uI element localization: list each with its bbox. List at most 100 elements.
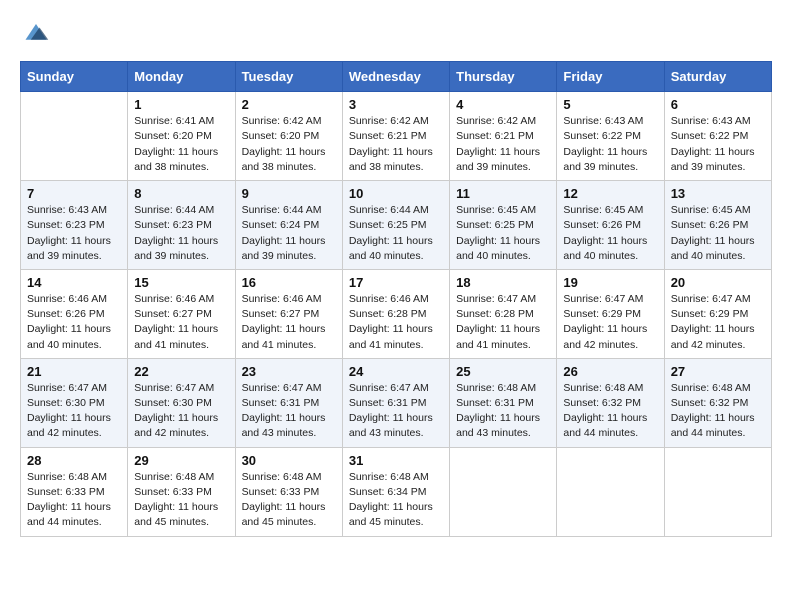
calendar-cell: 4 Sunrise: 6:42 AMSunset: 6:21 PMDaylight… bbox=[450, 92, 557, 181]
calendar-cell: 10 Sunrise: 6:44 AMSunset: 6:25 PMDayligh… bbox=[342, 181, 449, 270]
day-of-week-wednesday: Wednesday bbox=[342, 62, 449, 92]
day-info: Sunrise: 6:43 AMSunset: 6:23 PMDaylight:… bbox=[27, 203, 121, 264]
calendar-cell: 14 Sunrise: 6:46 AMSunset: 6:26 PMDayligh… bbox=[21, 269, 128, 358]
day-number: 1 bbox=[134, 97, 228, 112]
day-info: Sunrise: 6:43 AMSunset: 6:22 PMDaylight:… bbox=[563, 114, 657, 175]
day-number: 7 bbox=[27, 186, 121, 201]
day-info: Sunrise: 6:48 AMSunset: 6:33 PMDaylight:… bbox=[134, 470, 228, 531]
calendar-cell: 28 Sunrise: 6:48 AMSunset: 6:33 PMDayligh… bbox=[21, 447, 128, 536]
day-info: Sunrise: 6:44 AMSunset: 6:23 PMDaylight:… bbox=[134, 203, 228, 264]
day-info: Sunrise: 6:42 AMSunset: 6:20 PMDaylight:… bbox=[242, 114, 336, 175]
day-number: 11 bbox=[456, 186, 550, 201]
day-info: Sunrise: 6:44 AMSunset: 6:24 PMDaylight:… bbox=[242, 203, 336, 264]
logo-text bbox=[20, 20, 50, 45]
day-number: 17 bbox=[349, 275, 443, 290]
calendar-cell: 7 Sunrise: 6:43 AMSunset: 6:23 PMDaylight… bbox=[21, 181, 128, 270]
day-info: Sunrise: 6:48 AMSunset: 6:32 PMDaylight:… bbox=[671, 381, 765, 442]
day-number: 24 bbox=[349, 364, 443, 379]
day-info: Sunrise: 6:47 AMSunset: 6:29 PMDaylight:… bbox=[671, 292, 765, 353]
calendar-cell: 2Sunrise: 6:42 AMSunset: 6:20 PMDaylight… bbox=[235, 92, 342, 181]
day-info: Sunrise: 6:41 AMSunset: 6:20 PMDaylight:… bbox=[134, 114, 228, 175]
day-info: Sunrise: 6:42 AMSunset: 6:21 PMDaylight:… bbox=[349, 114, 443, 175]
day-info: Sunrise: 6:47 AMSunset: 6:31 PMDaylight:… bbox=[242, 381, 336, 442]
calendar-cell bbox=[664, 447, 771, 536]
calendar-cell: 29 Sunrise: 6:48 AMSunset: 6:33 PMDayligh… bbox=[128, 447, 235, 536]
day-info: Sunrise: 6:45 AMSunset: 6:26 PMDaylight:… bbox=[563, 203, 657, 264]
day-info: Sunrise: 6:45 AMSunset: 6:25 PMDaylight:… bbox=[456, 203, 550, 264]
day-of-week-tuesday: Tuesday bbox=[235, 62, 342, 92]
day-info: Sunrise: 6:46 AMSunset: 6:26 PMDaylight:… bbox=[27, 292, 121, 353]
day-number: 20 bbox=[671, 275, 765, 290]
calendar-cell: 16Sunrise: 6:46 AMSunset: 6:27 PMDayligh… bbox=[235, 269, 342, 358]
day-info: Sunrise: 6:46 AMSunset: 6:28 PMDaylight:… bbox=[349, 292, 443, 353]
day-number: 9 bbox=[242, 186, 336, 201]
calendar-cell: 26 Sunrise: 6:48 AMSunset: 6:32 PMDayligh… bbox=[557, 358, 664, 447]
calendar-cell: 18 Sunrise: 6:47 AMSunset: 6:28 PMDayligh… bbox=[450, 269, 557, 358]
calendar-week-2: 7 Sunrise: 6:43 AMSunset: 6:23 PMDaylight… bbox=[21, 181, 772, 270]
day-info: Sunrise: 6:48 AMSunset: 6:34 PMDaylight:… bbox=[349, 470, 443, 531]
calendar-cell: 24 Sunrise: 6:47 AMSunset: 6:31 PMDayligh… bbox=[342, 358, 449, 447]
day-number: 8 bbox=[134, 186, 228, 201]
day-info: Sunrise: 6:48 AMSunset: 6:32 PMDaylight:… bbox=[563, 381, 657, 442]
day-of-week-friday: Friday bbox=[557, 62, 664, 92]
day-number: 27 bbox=[671, 364, 765, 379]
day-number: 13 bbox=[671, 186, 765, 201]
day-info: Sunrise: 6:45 AMSunset: 6:26 PMDaylight:… bbox=[671, 203, 765, 264]
calendar-cell: 25Sunrise: 6:48 AMSunset: 6:31 PMDayligh… bbox=[450, 358, 557, 447]
calendar-week-3: 14 Sunrise: 6:46 AMSunset: 6:26 PMDayligh… bbox=[21, 269, 772, 358]
day-number: 6 bbox=[671, 97, 765, 112]
day-number: 12 bbox=[563, 186, 657, 201]
calendar-cell: 8 Sunrise: 6:44 AMSunset: 6:23 PMDaylight… bbox=[128, 181, 235, 270]
day-number: 5 bbox=[563, 97, 657, 112]
calendar-cell: 15Sunrise: 6:46 AMSunset: 6:27 PMDayligh… bbox=[128, 269, 235, 358]
calendar-cell: 31Sunrise: 6:48 AMSunset: 6:34 PMDayligh… bbox=[342, 447, 449, 536]
calendar-cell: 21Sunrise: 6:47 AMSunset: 6:30 PMDayligh… bbox=[21, 358, 128, 447]
calendar-header: SundayMondayTuesdayWednesdayThursdayFrid… bbox=[21, 62, 772, 92]
calendar-cell bbox=[557, 447, 664, 536]
calendar-cell: 1 Sunrise: 6:41 AMSunset: 6:20 PMDaylight… bbox=[128, 92, 235, 181]
logo bbox=[20, 20, 50, 45]
day-number: 18 bbox=[456, 275, 550, 290]
day-number: 10 bbox=[349, 186, 443, 201]
day-number: 14 bbox=[27, 275, 121, 290]
day-number: 21 bbox=[27, 364, 121, 379]
calendar-cell bbox=[21, 92, 128, 181]
day-number: 23 bbox=[242, 364, 336, 379]
logo-icon bbox=[22, 17, 50, 45]
day-number: 28 bbox=[27, 453, 121, 468]
day-number: 26 bbox=[563, 364, 657, 379]
calendar-cell: 20 Sunrise: 6:47 AMSunset: 6:29 PMDayligh… bbox=[664, 269, 771, 358]
day-number: 15 bbox=[134, 275, 228, 290]
day-of-week-monday: Monday bbox=[128, 62, 235, 92]
calendar-cell: 19Sunrise: 6:47 AMSunset: 6:29 PMDayligh… bbox=[557, 269, 664, 358]
day-of-week-saturday: Saturday bbox=[664, 62, 771, 92]
day-info: Sunrise: 6:43 AMSunset: 6:22 PMDaylight:… bbox=[671, 114, 765, 175]
calendar-cell: 5 Sunrise: 6:43 AMSunset: 6:22 PMDaylight… bbox=[557, 92, 664, 181]
day-info: Sunrise: 6:48 AMSunset: 6:33 PMDaylight:… bbox=[242, 470, 336, 531]
day-info: Sunrise: 6:44 AMSunset: 6:25 PMDaylight:… bbox=[349, 203, 443, 264]
calendar-cell: 3Sunrise: 6:42 AMSunset: 6:21 PMDaylight… bbox=[342, 92, 449, 181]
calendar-cell: 6 Sunrise: 6:43 AMSunset: 6:22 PMDaylight… bbox=[664, 92, 771, 181]
calendar-cell: 17 Sunrise: 6:46 AMSunset: 6:28 PMDayligh… bbox=[342, 269, 449, 358]
day-number: 22 bbox=[134, 364, 228, 379]
calendar-table: SundayMondayTuesdayWednesdayThursdayFrid… bbox=[20, 61, 772, 536]
calendar-week-1: 1 Sunrise: 6:41 AMSunset: 6:20 PMDaylight… bbox=[21, 92, 772, 181]
day-info: Sunrise: 6:47 AMSunset: 6:31 PMDaylight:… bbox=[349, 381, 443, 442]
calendar-cell: 9 Sunrise: 6:44 AMSunset: 6:24 PMDaylight… bbox=[235, 181, 342, 270]
day-number: 30 bbox=[242, 453, 336, 468]
day-info: Sunrise: 6:47 AMSunset: 6:28 PMDaylight:… bbox=[456, 292, 550, 353]
calendar-cell: 12 Sunrise: 6:45 AMSunset: 6:26 PMDayligh… bbox=[557, 181, 664, 270]
calendar-cell bbox=[450, 447, 557, 536]
day-of-week-sunday: Sunday bbox=[21, 62, 128, 92]
day-info: Sunrise: 6:48 AMSunset: 6:33 PMDaylight:… bbox=[27, 470, 121, 531]
calendar-cell: 23 Sunrise: 6:47 AMSunset: 6:31 PMDayligh… bbox=[235, 358, 342, 447]
day-info: Sunrise: 6:47 AMSunset: 6:30 PMDaylight:… bbox=[134, 381, 228, 442]
day-info: Sunrise: 6:48 AMSunset: 6:31 PMDaylight:… bbox=[456, 381, 550, 442]
day-number: 4 bbox=[456, 97, 550, 112]
calendar-week-4: 21 Sunrise: 6:47 AMSunset: 6:30 PMDayligh… bbox=[21, 358, 772, 447]
day-info: Sunrise: 6:42 AMSunset: 6:21 PMDaylight:… bbox=[456, 114, 550, 175]
calendar-week-5: 28 Sunrise: 6:48 AMSunset: 6:33 PMDayligh… bbox=[21, 447, 772, 536]
calendar-body: 1 Sunrise: 6:41 AMSunset: 6:20 PMDaylight… bbox=[21, 92, 772, 536]
day-of-week-thursday: Thursday bbox=[450, 62, 557, 92]
day-number: 29 bbox=[134, 453, 228, 468]
